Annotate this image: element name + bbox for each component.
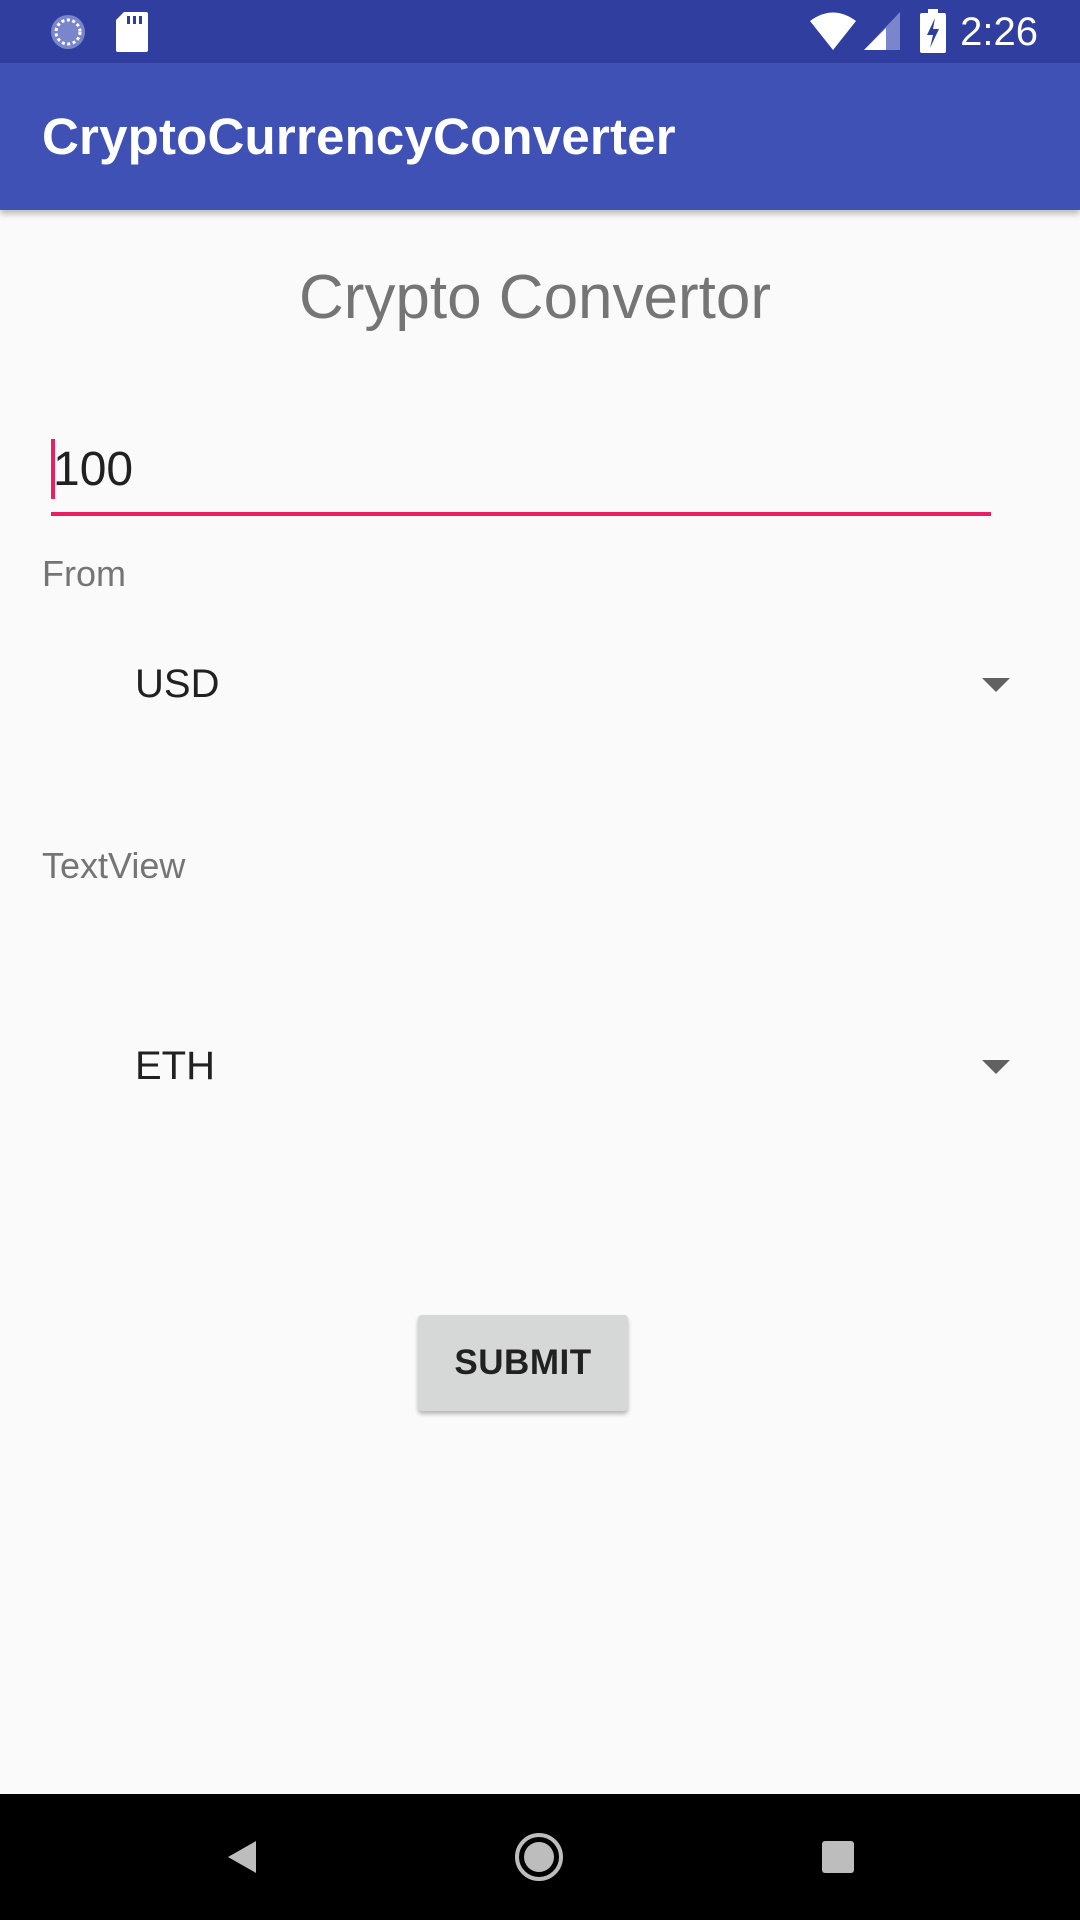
back-icon[interactable]: [206, 1822, 276, 1892]
from-currency-value: USD: [135, 662, 220, 706]
navigation-bar: [0, 1794, 1080, 1920]
page-heading: Crypto Convertor: [298, 263, 772, 332]
battery-charging-icon: [920, 9, 946, 58]
recents-icon[interactable]: [803, 1822, 873, 1892]
text-cursor: [51, 439, 55, 499]
cell-signal-icon: [864, 12, 900, 55]
amount-input-value[interactable]: 100: [53, 442, 133, 498]
submit-button[interactable]: SUBMIT: [418, 1315, 628, 1411]
app-title: CryptoCurrencyConverter: [42, 108, 676, 165]
sync-icon: [48, 12, 88, 57]
amount-input[interactable]: 100: [51, 432, 991, 518]
wifi-icon: [810, 12, 856, 55]
dropdown-arrow-icon: [982, 1060, 1010, 1074]
status-clock: 2:26: [960, 10, 1038, 54]
status-bar: 2:26: [0, 0, 1080, 63]
from-currency-spinner[interactable]: USD: [0, 630, 1080, 740]
home-icon[interactable]: [504, 1822, 574, 1892]
amount-input-underline: [51, 512, 991, 516]
from-label: From: [42, 553, 126, 594]
dropdown-arrow-icon: [982, 678, 1010, 692]
app-bar: CryptoCurrencyConverter: [0, 63, 1080, 210]
to-currency-value: ETH: [135, 1044, 215, 1088]
sd-card-icon: [116, 12, 148, 57]
result-textview: TextView: [42, 845, 186, 886]
to-currency-spinner[interactable]: ETH: [0, 1012, 1080, 1122]
screen: 2:26 CryptoCurrencyConverter Crypto Conv…: [0, 0, 1080, 1920]
